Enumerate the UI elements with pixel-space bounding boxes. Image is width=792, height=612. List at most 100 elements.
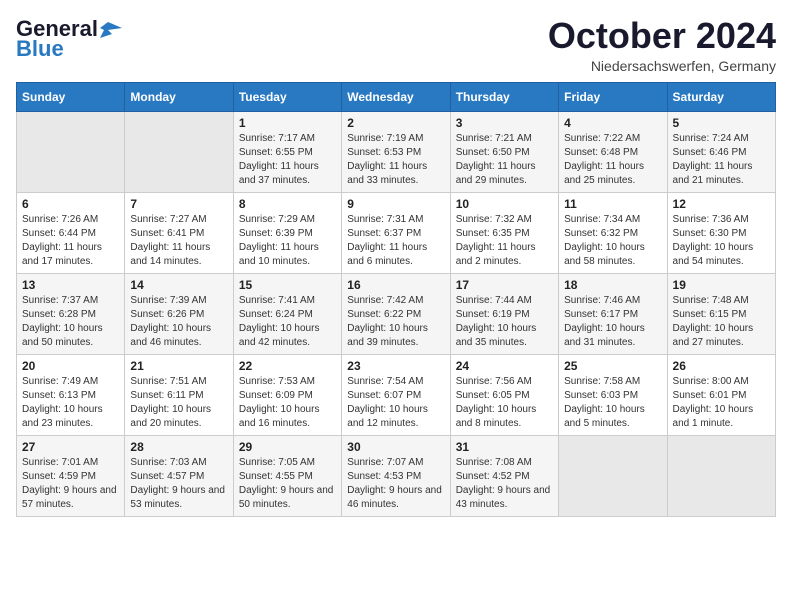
calendar-cell: 15 Sunrise: 7:41 AM Sunset: 6:24 PM Dayli… <box>233 273 341 354</box>
weekday-header-row: SundayMondayTuesdayWednesdayThursdayFrid… <box>17 82 776 111</box>
day-number: 26 <box>673 359 770 373</box>
calendar-cell: 10 Sunrise: 7:32 AM Sunset: 6:35 PM Dayli… <box>450 192 558 273</box>
weekday-header-monday: Monday <box>125 82 233 111</box>
day-info: Sunrise: 7:29 AM Sunset: 6:39 PM Dayligh… <box>239 213 336 269</box>
calendar-cell: 16Sunrise: 7:42 AM Sunset: 6:22 PM Dayli… <box>342 273 450 354</box>
calendar-cell: 24 Sunrise: 7:56 AM Sunset: 6:05 PM Dayli… <box>450 354 558 435</box>
day-info: Sunrise: 7:24 AM Sunset: 6:46 PM Dayligh… <box>673 132 770 188</box>
day-info: Sunrise: 7:58 AM Sunset: 6:03 PM Dayligh… <box>564 375 661 431</box>
day-number: 10 <box>456 197 553 211</box>
day-number: 11 <box>564 197 661 211</box>
weekday-header-saturday: Saturday <box>667 82 775 111</box>
day-number: 27 <box>22 440 119 454</box>
day-info: Sunrise: 7:22 AM Sunset: 6:48 PM Dayligh… <box>564 132 661 188</box>
day-info: Sunrise: 7:05 AM Sunset: 4:55 PM Dayligh… <box>239 456 336 512</box>
calendar-cell: 8 Sunrise: 7:29 AM Sunset: 6:39 PM Daylig… <box>233 192 341 273</box>
calendar-cell: 31 Sunrise: 7:08 AM Sunset: 4:52 PM Dayli… <box>450 435 558 516</box>
calendar-cell: 14 Sunrise: 7:39 AM Sunset: 6:26 PM Dayli… <box>125 273 233 354</box>
day-number: 7 <box>130 197 227 211</box>
day-info: Sunrise: 7:37 AM Sunset: 6:28 PM Dayligh… <box>22 294 119 350</box>
day-info: Sunrise: 7:48 AM Sunset: 6:15 PM Dayligh… <box>673 294 770 350</box>
week-row-3: 13Sunrise: 7:37 AM Sunset: 6:28 PM Dayli… <box>17 273 776 354</box>
calendar-cell: 2 Sunrise: 7:19 AM Sunset: 6:53 PM Daylig… <box>342 111 450 192</box>
calendar-cell: 18Sunrise: 7:46 AM Sunset: 6:17 PM Dayli… <box>559 273 667 354</box>
day-info: Sunrise: 7:19 AM Sunset: 6:53 PM Dayligh… <box>347 132 444 188</box>
day-number: 17 <box>456 278 553 292</box>
day-number: 20 <box>22 359 119 373</box>
title-area: October 2024 Niedersachswerfen, Germany <box>548 16 776 74</box>
day-number: 21 <box>130 359 227 373</box>
calendar-cell: 5 Sunrise: 7:24 AM Sunset: 6:46 PM Daylig… <box>667 111 775 192</box>
calendar-cell: 17 Sunrise: 7:44 AM Sunset: 6:19 PM Dayli… <box>450 273 558 354</box>
calendar-table: SundayMondayTuesdayWednesdayThursdayFrid… <box>16 82 776 517</box>
calendar-cell: 21 Sunrise: 7:51 AM Sunset: 6:11 PM Dayli… <box>125 354 233 435</box>
logo-blue: Blue <box>16 36 64 62</box>
calendar-cell: 22 Sunrise: 7:53 AM Sunset: 6:09 PM Dayli… <box>233 354 341 435</box>
calendar-cell <box>667 435 775 516</box>
calendar-cell: 28Sunrise: 7:03 AM Sunset: 4:57 PM Dayli… <box>125 435 233 516</box>
calendar-cell: 26Sunrise: 8:00 AM Sunset: 6:01 PM Dayli… <box>667 354 775 435</box>
day-number: 28 <box>130 440 227 454</box>
weekday-header-friday: Friday <box>559 82 667 111</box>
day-number: 19 <box>673 278 770 292</box>
day-number: 18 <box>564 278 661 292</box>
day-number: 22 <box>239 359 336 373</box>
page-header: General Blue October 2024 Niedersachswer… <box>16 16 776 74</box>
day-number: 15 <box>239 278 336 292</box>
calendar-cell: 11 Sunrise: 7:34 AM Sunset: 6:32 PM Dayli… <box>559 192 667 273</box>
calendar-cell <box>559 435 667 516</box>
month-title: October 2024 <box>548 16 776 56</box>
weekday-header-wednesday: Wednesday <box>342 82 450 111</box>
day-number: 23 <box>347 359 444 373</box>
logo: General Blue <box>16 16 122 62</box>
day-info: Sunrise: 7:26 AM Sunset: 6:44 PM Dayligh… <box>22 213 119 269</box>
day-info: Sunrise: 7:49 AM Sunset: 6:13 PM Dayligh… <box>22 375 119 431</box>
day-info: Sunrise: 7:07 AM Sunset: 4:53 PM Dayligh… <box>347 456 444 512</box>
day-info: Sunrise: 7:17 AM Sunset: 6:55 PM Dayligh… <box>239 132 336 188</box>
day-info: Sunrise: 7:08 AM Sunset: 4:52 PM Dayligh… <box>456 456 553 512</box>
calendar-cell: 4 Sunrise: 7:22 AM Sunset: 6:48 PM Daylig… <box>559 111 667 192</box>
location: Niedersachswerfen, Germany <box>548 58 776 74</box>
day-number: 6 <box>22 197 119 211</box>
calendar-cell: 25Sunrise: 7:58 AM Sunset: 6:03 PM Dayli… <box>559 354 667 435</box>
day-number: 5 <box>673 116 770 130</box>
day-number: 29 <box>239 440 336 454</box>
day-number: 1 <box>239 116 336 130</box>
day-info: Sunrise: 7:51 AM Sunset: 6:11 PM Dayligh… <box>130 375 227 431</box>
day-info: Sunrise: 7:56 AM Sunset: 6:05 PM Dayligh… <box>456 375 553 431</box>
calendar-cell: 30Sunrise: 7:07 AM Sunset: 4:53 PM Dayli… <box>342 435 450 516</box>
day-number: 14 <box>130 278 227 292</box>
calendar-cell: 27Sunrise: 7:01 AM Sunset: 4:59 PM Dayli… <box>17 435 125 516</box>
week-row-5: 27Sunrise: 7:01 AM Sunset: 4:59 PM Dayli… <box>17 435 776 516</box>
day-number: 3 <box>456 116 553 130</box>
day-info: Sunrise: 7:39 AM Sunset: 6:26 PM Dayligh… <box>130 294 227 350</box>
calendar-cell: 20 Sunrise: 7:49 AM Sunset: 6:13 PM Dayli… <box>17 354 125 435</box>
day-number: 16 <box>347 278 444 292</box>
day-info: Sunrise: 7:44 AM Sunset: 6:19 PM Dayligh… <box>456 294 553 350</box>
calendar-cell: 29 Sunrise: 7:05 AM Sunset: 4:55 PM Dayli… <box>233 435 341 516</box>
day-number: 2 <box>347 116 444 130</box>
day-number: 9 <box>347 197 444 211</box>
day-info: Sunrise: 7:36 AM Sunset: 6:30 PM Dayligh… <box>673 213 770 269</box>
day-info: Sunrise: 7:32 AM Sunset: 6:35 PM Dayligh… <box>456 213 553 269</box>
day-info: Sunrise: 7:41 AM Sunset: 6:24 PM Dayligh… <box>239 294 336 350</box>
day-number: 12 <box>673 197 770 211</box>
weekday-header-tuesday: Tuesday <box>233 82 341 111</box>
day-info: Sunrise: 7:53 AM Sunset: 6:09 PM Dayligh… <box>239 375 336 431</box>
calendar-cell: 19 Sunrise: 7:48 AM Sunset: 6:15 PM Dayli… <box>667 273 775 354</box>
day-info: Sunrise: 7:31 AM Sunset: 6:37 PM Dayligh… <box>347 213 444 269</box>
day-info: Sunrise: 7:54 AM Sunset: 6:07 PM Dayligh… <box>347 375 444 431</box>
week-row-2: 6 Sunrise: 7:26 AM Sunset: 6:44 PM Daylig… <box>17 192 776 273</box>
day-number: 8 <box>239 197 336 211</box>
day-number: 4 <box>564 116 661 130</box>
calendar-cell: 9 Sunrise: 7:31 AM Sunset: 6:37 PM Daylig… <box>342 192 450 273</box>
weekday-header-thursday: Thursday <box>450 82 558 111</box>
calendar-cell: 7 Sunrise: 7:27 AM Sunset: 6:41 PM Daylig… <box>125 192 233 273</box>
day-number: 24 <box>456 359 553 373</box>
day-info: Sunrise: 7:27 AM Sunset: 6:41 PM Dayligh… <box>130 213 227 269</box>
week-row-1: 1 Sunrise: 7:17 AM Sunset: 6:55 PM Daylig… <box>17 111 776 192</box>
weekday-header-sunday: Sunday <box>17 82 125 111</box>
calendar-cell: 1 Sunrise: 7:17 AM Sunset: 6:55 PM Daylig… <box>233 111 341 192</box>
day-number: 31 <box>456 440 553 454</box>
day-info: Sunrise: 7:34 AM Sunset: 6:32 PM Dayligh… <box>564 213 661 269</box>
